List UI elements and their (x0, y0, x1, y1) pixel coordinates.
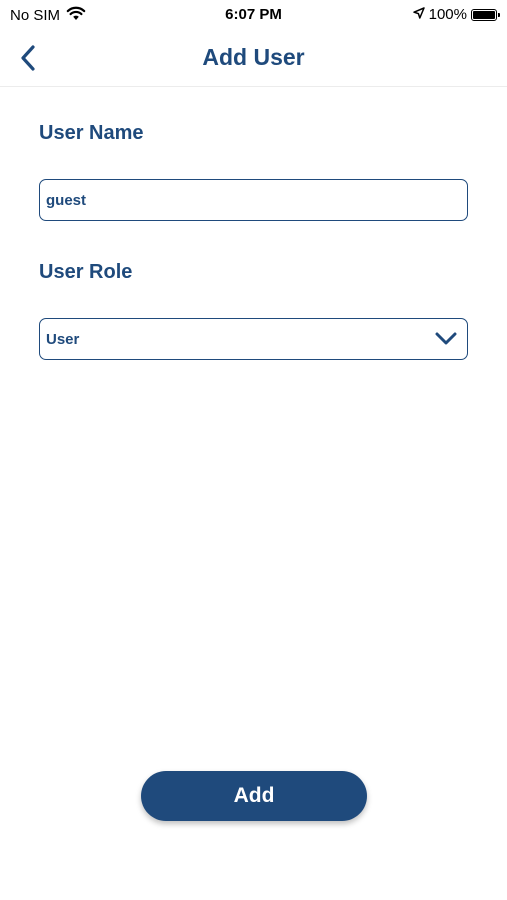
add-button[interactable]: Add (141, 771, 367, 821)
chevron-down-icon (435, 332, 457, 345)
status-bar: No SIM 6:07 PM 100% (0, 0, 507, 30)
status-right: 100% (412, 6, 500, 23)
user-role-label: User Role (39, 261, 133, 283)
user-role-select[interactable]: User (39, 318, 468, 360)
page-title: Add User (202, 44, 305, 70)
battery-percentage: 100% (428, 6, 467, 23)
user-role-value: User (46, 331, 80, 348)
battery-icon (471, 8, 500, 21)
username-input[interactable] (39, 179, 468, 221)
location-icon (412, 6, 425, 23)
username-label: User Name (39, 122, 144, 144)
navigation-bar: Add User (0, 30, 507, 87)
